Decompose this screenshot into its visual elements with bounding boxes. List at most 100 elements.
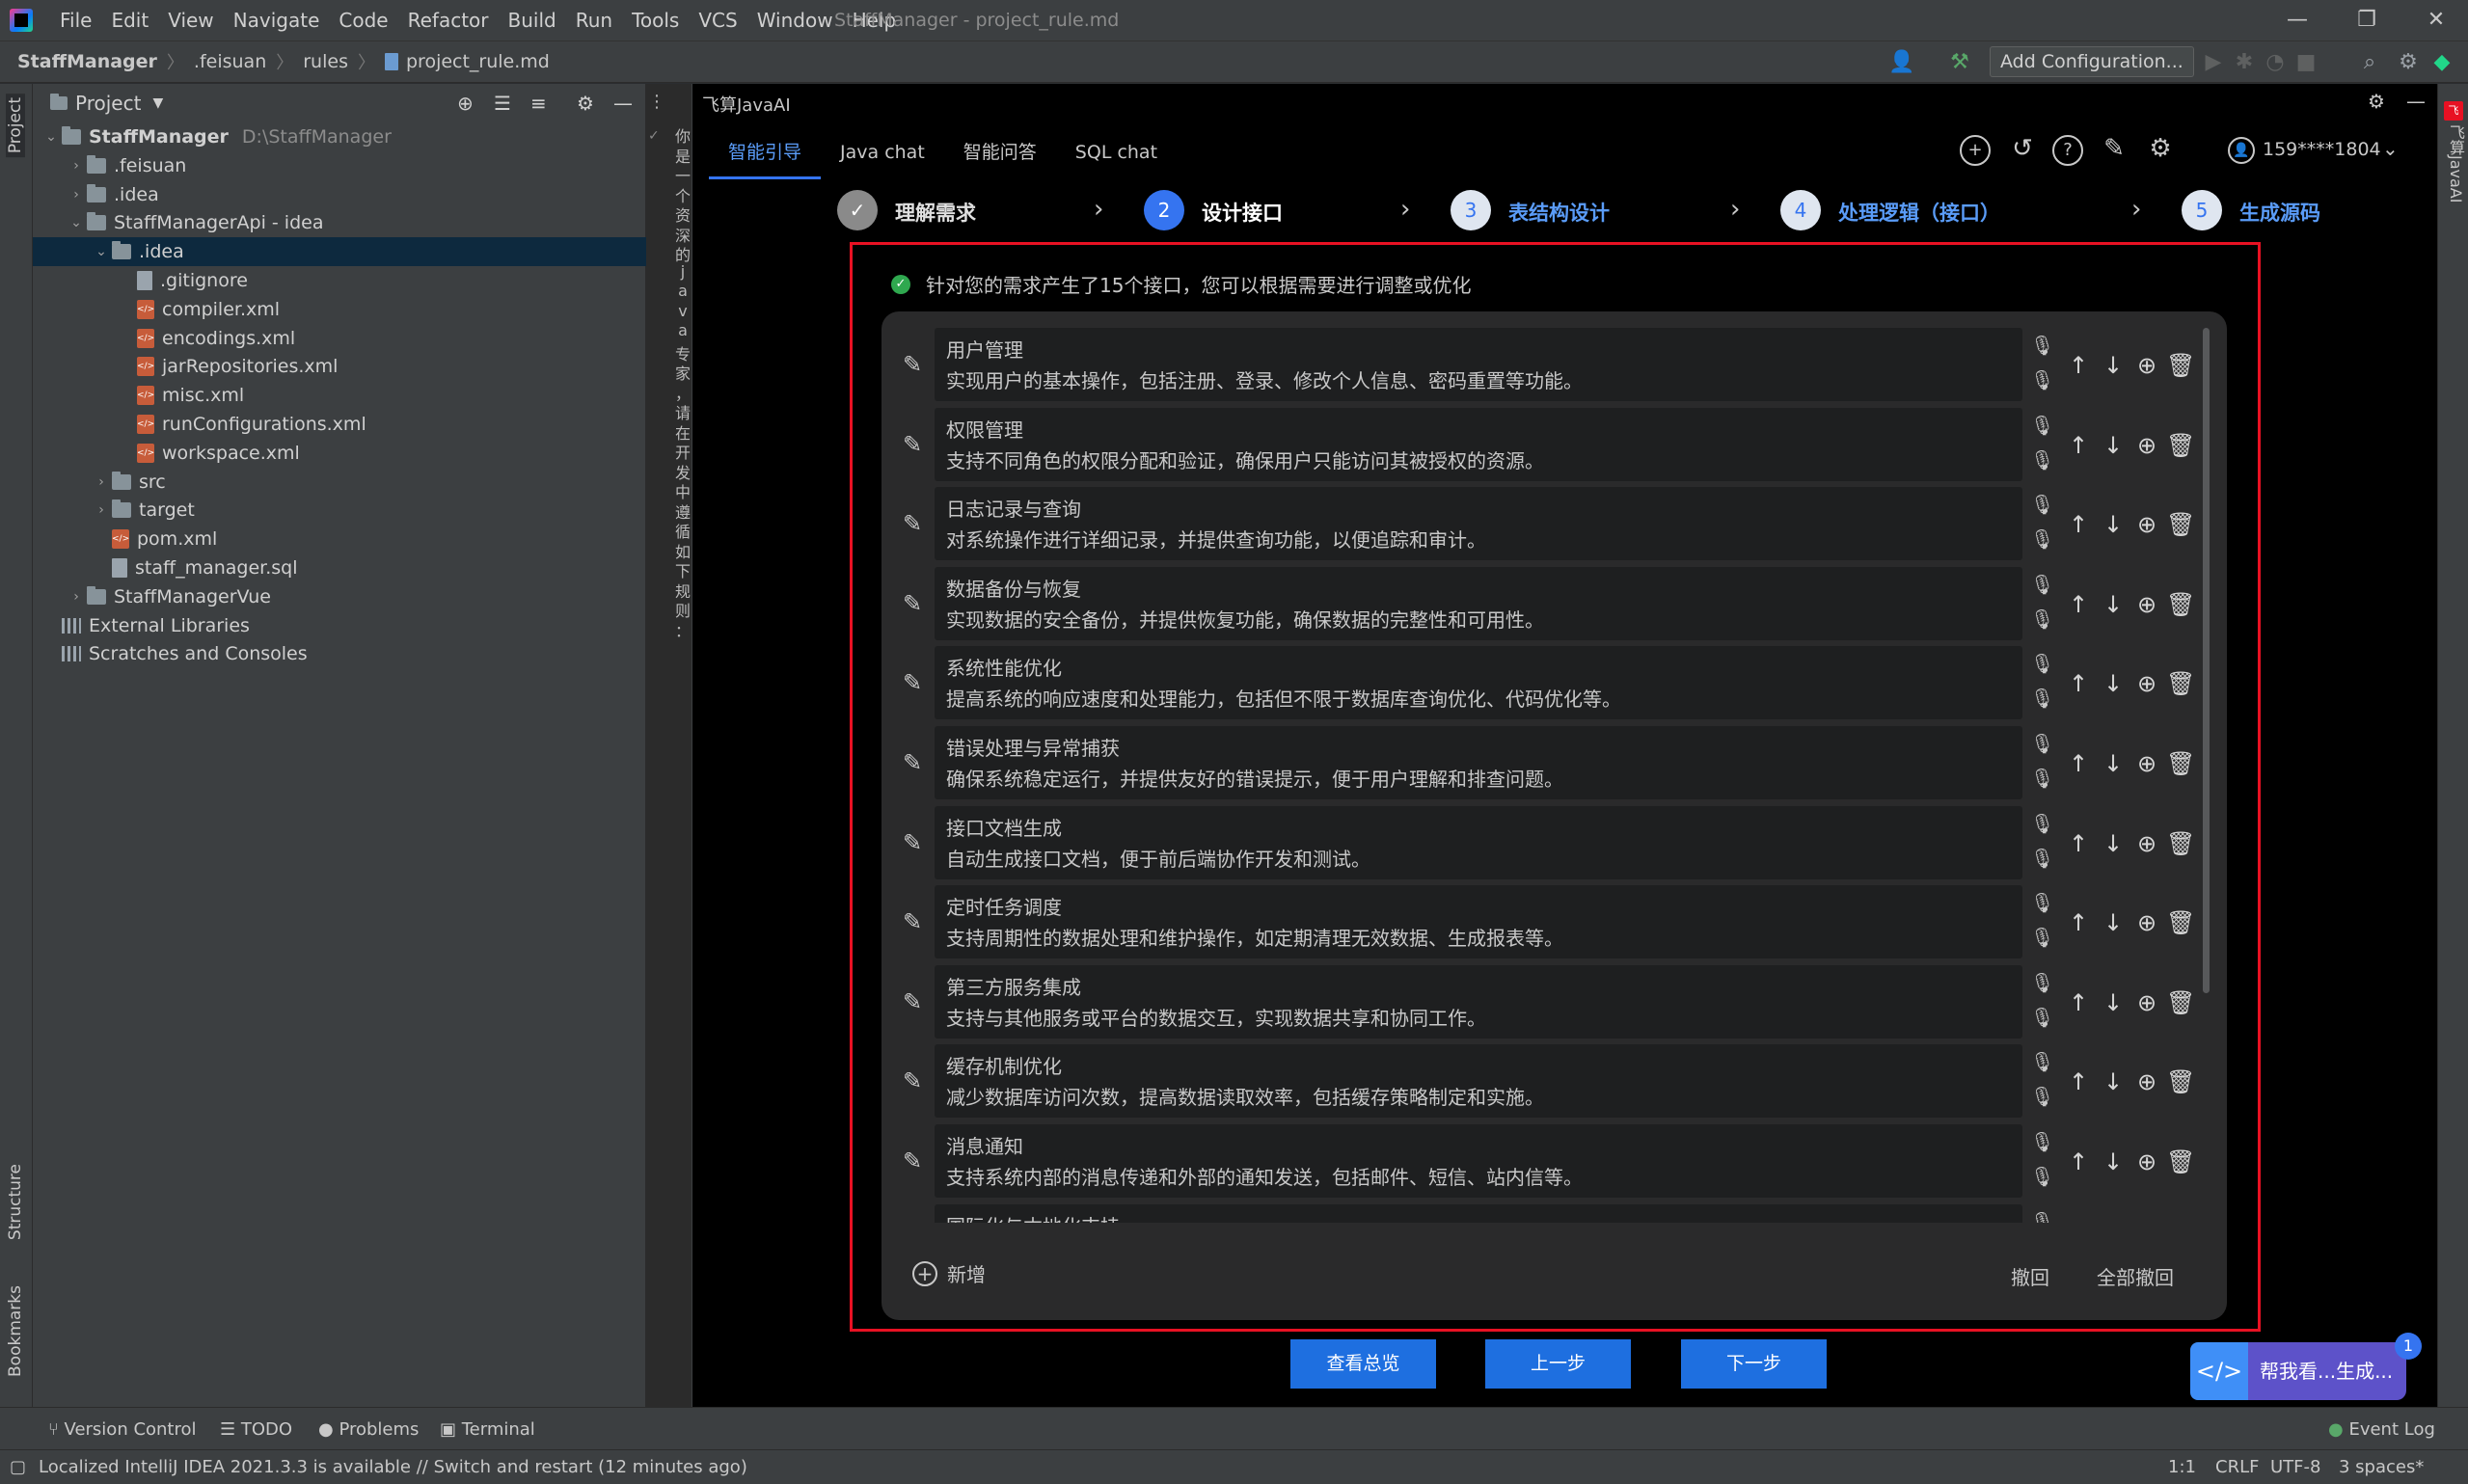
chevron-right-icon[interactable]: ›: [66, 187, 87, 202]
project-tool-tab[interactable]: Project: [6, 94, 25, 158]
add-circle-icon[interactable]: ⊕: [2132, 1147, 2161, 1176]
move-down-icon[interactable]: ↓: [2099, 1147, 2128, 1176]
delete-icon[interactable]: 🗑: [2166, 908, 2195, 937]
interface-item-box[interactable]: 日志记录与查询 对系统操作进行详细记录，并提供查询功能，以便追踪和审计。: [935, 487, 2022, 561]
undo-all-button[interactable]: 全部撤回: [2097, 1262, 2174, 1290]
step-5-label[interactable]: 生成源码: [2239, 198, 2320, 227]
menu-code[interactable]: Code: [329, 0, 397, 40]
move-up-icon[interactable]: ↑: [2064, 829, 2093, 858]
tree-item[interactable]: › StaffManagerVue: [33, 582, 646, 611]
interface-item-box[interactable]: 接口文档生成 自动生成接口文档，便于前后端协作开发和测试。: [935, 805, 2022, 879]
expand-all-icon[interactable]: ☰: [494, 92, 511, 115]
interface-item-box[interactable]: 用户管理 实现用户的基本操作，包括注册、登录、修改个人信息、密码重置等功能。: [935, 328, 2022, 401]
microphone-icon[interactable]: 🎙: [2030, 847, 2054, 874]
microphone-icon[interactable]: 🎙: [2030, 448, 2054, 475]
microphone-icon[interactable]: 🎙: [2030, 493, 2054, 520]
user-icon[interactable]: 👤: [1888, 49, 1915, 76]
microphone-icon[interactable]: 🎙: [2030, 732, 2054, 759]
bookmarks-tool-tab[interactable]: Bookmarks: [6, 1285, 25, 1377]
menu-vcs[interactable]: VCS: [689, 0, 746, 40]
delete-icon[interactable]: 🗑: [2166, 988, 2195, 1017]
chevron-down-icon[interactable]: ⌄: [66, 215, 87, 230]
edit-icon[interactable]: ✎: [899, 1147, 926, 1174]
tree-item[interactable]: </> encodings.xml: [33, 324, 646, 353]
move-up-icon[interactable]: ↑: [2064, 988, 2093, 1017]
microphone-icon[interactable]: 🎙: [2030, 971, 2054, 998]
edit-icon[interactable]: ✎: [899, 351, 926, 378]
interface-item-box[interactable]: 国际化与本地化支持: [935, 1203, 2022, 1223]
code-icon[interactable]: </>: [2190, 1342, 2248, 1400]
settings-icon[interactable]: ⚙: [2145, 135, 2176, 166]
tree-item[interactable]: </> pom.xml: [33, 525, 646, 553]
move-down-icon[interactable]: ↓: [2099, 829, 2128, 858]
menu-run[interactable]: Run: [566, 0, 622, 40]
interface-item-box[interactable]: 定时任务调度 支持周期性的数据处理和维护操作，如定期清理无效数据、生成报表等。: [935, 885, 2022, 959]
edit-icon[interactable]: ✎: [899, 669, 926, 696]
menu-refactor[interactable]: Refactor: [398, 0, 499, 40]
breadcrumb-project[interactable]: StaffManager: [17, 51, 157, 72]
next-step-button[interactable]: 下一步: [1681, 1339, 1827, 1389]
delete-icon[interactable]: 🗑: [2166, 1067, 2195, 1096]
tree-item[interactable]: </> jarRepositories.xml: [33, 352, 646, 381]
microphone-icon[interactable]: 🎙: [2030, 334, 2054, 361]
microphone-icon[interactable]: 🎙: [2030, 891, 2054, 918]
gear-icon[interactable]: ⚙: [2368, 90, 2385, 113]
move-up-icon[interactable]: ↑: [2064, 431, 2093, 460]
more-options-icon[interactable]: ⋮: [648, 92, 665, 112]
tree-item[interactable]: </> runConfigurations.xml: [33, 410, 646, 439]
status-window-icon[interactable]: ▢: [10, 1457, 26, 1477]
add-circle-icon[interactable]: ⊕: [2132, 749, 2161, 778]
file-encoding[interactable]: UTF-8: [2270, 1457, 2320, 1477]
move-down-icon[interactable]: ↓: [2099, 908, 2128, 937]
tab-java-chat[interactable]: Java chat: [821, 125, 944, 179]
microphone-icon[interactable]: 🎙: [2030, 1085, 2054, 1112]
microphone-icon[interactable]: 🎙: [2030, 687, 2054, 714]
chevron-right-icon[interactable]: ›: [91, 474, 112, 490]
delete-icon[interactable]: 🗑: [2166, 669, 2195, 698]
microphone-icon[interactable]: 🎙: [2030, 767, 2054, 794]
tree-item[interactable]: ⌄ StaffManagerApi - idea: [33, 208, 646, 237]
move-down-icon[interactable]: ↓: [2099, 510, 2128, 539]
structure-tool-tab[interactable]: Structure: [6, 1164, 25, 1240]
step-3-label[interactable]: 表结构设计: [1508, 198, 1610, 227]
move-down-icon[interactable]: ↓: [2099, 988, 2128, 1017]
delete-icon[interactable]: 🗑: [2166, 829, 2195, 858]
tree-item[interactable]: ⌄ StaffManager D:\StaffManager: [33, 122, 646, 151]
microphone-icon[interactable]: 🎙: [2030, 926, 2054, 953]
new-chat-icon[interactable]: +: [1960, 135, 1991, 166]
move-up-icon[interactable]: ↑: [2064, 351, 2093, 380]
chevron-down-icon[interactable]: ⌄: [2382, 137, 2399, 160]
run-icon[interactable]: ▶: [2200, 49, 2227, 76]
delete-icon[interactable]: 🗑: [2166, 431, 2195, 460]
tree-item[interactable]: .gitignore: [33, 266, 646, 295]
chevron-down-icon[interactable]: ⌄: [41, 129, 62, 145]
menu-window[interactable]: Window: [747, 0, 843, 40]
interface-item-box[interactable]: 权限管理 支持不同角色的权限分配和验证，确保用户只能访问其被授权的资源。: [935, 407, 2022, 481]
microphone-icon[interactable]: 🎙: [2030, 368, 2054, 395]
move-up-icon[interactable]: ↑: [2064, 590, 2093, 619]
ai-helper-widget[interactable]: </> 帮我看...生成... 1: [2190, 1333, 2422, 1400]
microphone-icon[interactable]: 🎙: [2030, 652, 2054, 679]
tree-item[interactable]: ⌄ .idea: [33, 237, 646, 267]
move-down-icon[interactable]: ↓: [2099, 1067, 2128, 1096]
chevron-down-icon[interactable]: ⌄: [91, 244, 112, 259]
view-overview-button[interactable]: 查看总览: [1290, 1339, 1436, 1389]
interface-item-box[interactable]: 缓存机制优化 减少数据库访问次数，提高数据读取效率，包括缓存策略制定和实施。: [935, 1044, 2022, 1119]
menu-view[interactable]: View: [158, 0, 223, 40]
interface-item-box[interactable]: 数据备份与恢复 实现数据的安全备份，并提供恢复功能，确保数据的完整性和可用性。: [935, 566, 2022, 640]
microphone-icon[interactable]: 🎙: [2030, 1165, 2054, 1192]
tree-item[interactable]: staff_manager.sql: [33, 553, 646, 582]
user-avatar-icon[interactable]: 👤: [2228, 137, 2255, 164]
help-icon[interactable]: ?: [2052, 135, 2083, 166]
tree-item[interactable]: › target: [33, 496, 646, 525]
microphone-icon[interactable]: 🎙: [2030, 607, 2054, 634]
cursor-position[interactable]: 1:1: [2168, 1457, 2196, 1477]
tab-smart-qa[interactable]: 智能问答: [944, 125, 1056, 179]
add-configuration-button[interactable]: Add Configuration...: [1990, 46, 2194, 77]
line-separator[interactable]: CRLF: [2215, 1457, 2259, 1477]
move-up-icon[interactable]: ↑: [2064, 749, 2093, 778]
interface-item-box[interactable]: 错误处理与异常捕获 确保系统稳定运行，并提供友好的错误提示，便于用户理解和排查问题…: [935, 726, 2022, 799]
delete-icon[interactable]: 🗑: [2166, 1147, 2195, 1176]
toolbox-icon[interactable]: ◆: [2428, 49, 2455, 76]
stop-icon[interactable]: ■: [2292, 49, 2319, 76]
